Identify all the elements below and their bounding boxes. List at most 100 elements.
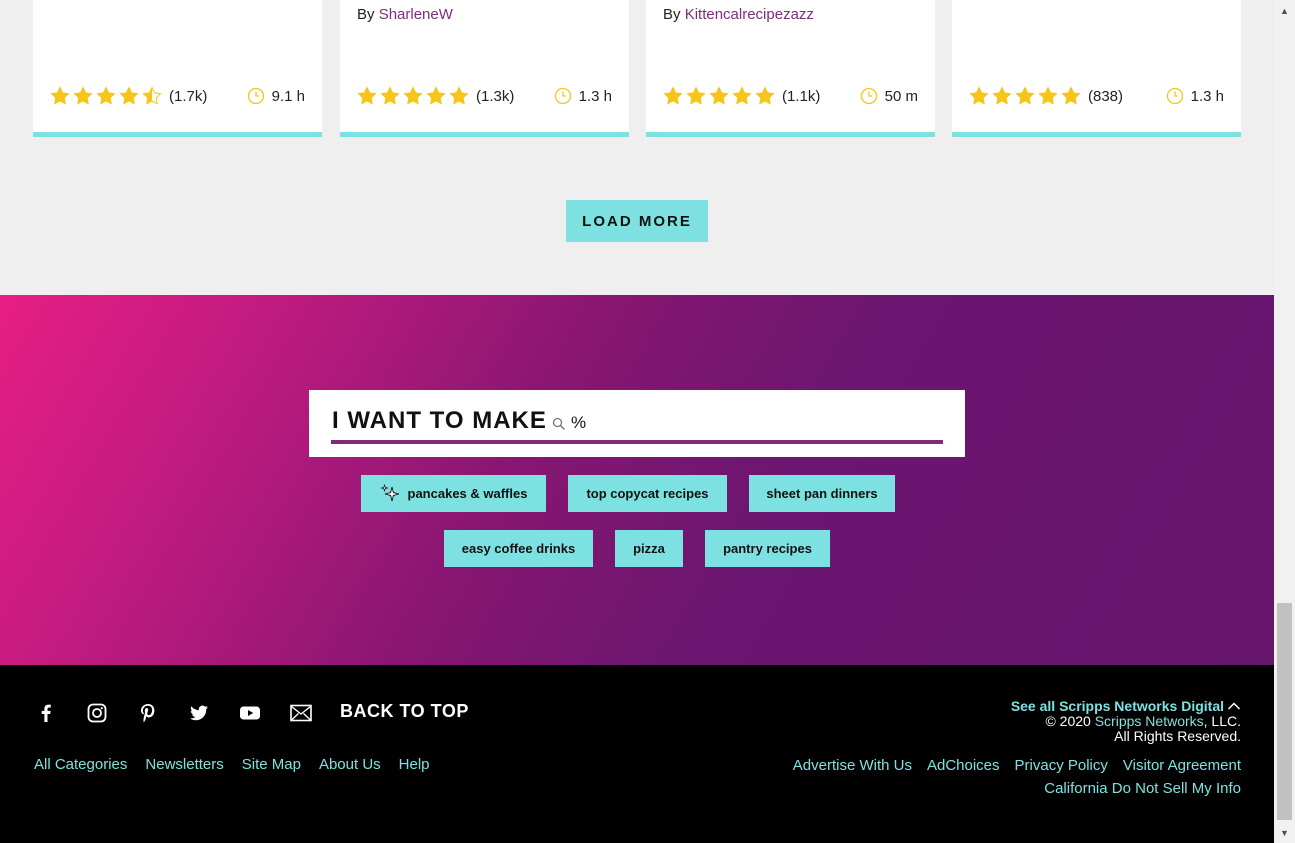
star-icon [119,86,139,105]
recipe-card[interactable]: By SharleneW (1.3k) 1.3 h [340,0,629,137]
rating-count: (1.1k) [782,87,821,105]
star-icon [357,86,377,105]
scripps-networks-link[interactable]: Scripps Networks [1095,713,1204,729]
cook-time: 9.1 h [247,87,305,105]
recipe-meta: (1.3k) 1.3 h [357,85,612,107]
instagram-icon[interactable] [85,701,109,725]
chip-label: top copycat recipes [586,486,709,501]
footer-nav: All Categories Newsletters Site Map Abou… [34,756,430,773]
star-icon [1015,86,1035,105]
cook-time-value: 1.3 h [578,87,612,105]
footer-link-privacy-policy[interactable]: Privacy Policy [1015,757,1108,774]
star-icon [96,86,116,105]
footer-link-do-not-sell[interactable]: California Do Not Sell My Info [1044,780,1241,797]
search-input[interactable] [571,410,931,436]
chip-label: pizza [633,541,665,556]
copyright: © 2020 Scripps Networks, LLC. [1045,713,1241,729]
recipe-meta: (838) 1.3 h [969,85,1224,107]
rating-count: (1.3k) [476,87,515,105]
cook-time: 1.3 h [1166,87,1224,105]
star-icon [449,86,469,105]
star-icon [709,86,729,105]
footer-corporate: See all Scripps Networks Digital © 2020 … [1011,699,1241,744]
legal-links: Advertise With Us AdChoices Privacy Poli… [793,757,1241,774]
recipe-cards-section: (1.7k) 9.1 h By SharleneW (1.3k) 1.3 h B… [0,0,1274,295]
footer-link-about-us[interactable]: About Us [319,756,381,773]
rating-stars [969,86,1081,106]
clock-icon [1166,87,1183,105]
chip-easy-coffee-drinks[interactable]: easy coffee drinks [444,530,593,567]
chip-label: easy coffee drinks [461,541,576,556]
footer-link-all-categories[interactable]: All Categories [34,756,127,773]
social-links [34,701,340,725]
cook-time: 50 m [860,87,918,105]
rating-stars [357,86,469,106]
star-icon [1061,86,1081,105]
star-icon [1038,86,1058,105]
mail-icon[interactable] [289,701,313,725]
footer-link-newsletters[interactable]: Newsletters [145,756,223,773]
facebook-icon[interactable] [34,701,58,725]
chip-label: pantry recipes [723,541,812,556]
youtube-icon[interactable] [238,701,262,725]
scroll-thumb[interactable] [1277,603,1292,820]
cook-time: 1.3 h [554,87,612,105]
chip-pizza[interactable]: pizza [615,530,683,567]
see-all-scripps[interactable]: See all Scripps Networks Digital [1011,699,1241,714]
footer-link-adchoices[interactable]: AdChoices [927,757,1000,774]
rating-count: (838) [1088,87,1124,105]
page-scrollbar[interactable]: ▲ ▼ [1274,0,1295,843]
star-icon [73,86,93,105]
star-icon [403,86,423,105]
chip-label: sheet pan dinners [766,486,878,501]
star-icon [755,86,775,105]
chip-label: pancakes & waffles [407,486,528,501]
pinterest-icon[interactable] [136,701,160,725]
chip-top-copycat-recipes[interactable]: top copycat recipes [568,475,727,512]
chip-sheet-pan-dinners[interactable]: sheet pan dinners [749,475,895,512]
cook-time-value: 9.1 h [271,87,305,105]
recipe-meta: (1.1k) 50 m [663,85,918,107]
sparkle-icon [379,483,399,501]
recipe-card[interactable]: (1.7k) 9.1 h [33,0,322,137]
star-icon [969,86,989,105]
scroll-up-arrow[interactable]: ▲ [1274,2,1295,19]
recipe-card[interactable]: (838) 1.3 h [952,0,1241,137]
star-icon [686,86,706,105]
twitter-icon[interactable] [187,701,211,725]
footer-link-advertise[interactable]: Advertise With Us [793,757,912,774]
recipe-meta: (1.7k) 9.1 h [50,85,305,107]
clock-icon [860,87,877,105]
recipe-author: By Kittencalrecipezazz [663,6,814,23]
author-link[interactable]: Kittencalrecipezazz [685,6,814,23]
footer-link-site-map[interactable]: Site Map [242,756,301,773]
cook-time-value: 1.3 h [1190,87,1224,105]
search-icon [552,417,565,430]
site-footer: BACK TO TOP All Categories Newsletters S… [0,665,1274,843]
footer-link-visitor-agreement[interactable]: Visitor Agreement [1123,757,1241,774]
rating-stars [50,86,162,106]
recipe-card[interactable]: By Kittencalrecipezazz (1.1k) 50 m [646,0,935,137]
search-band: I WANT TO MAKE pancakes & waffles top co… [0,295,1274,665]
author-link[interactable]: SharleneW [379,6,453,23]
scroll-down-arrow[interactable]: ▼ [1274,824,1295,841]
star-icon [426,86,446,105]
footer-link-help[interactable]: Help [399,756,430,773]
load-more-button[interactable]: LOAD MORE [566,200,708,242]
rights-reserved: All Rights Reserved. [1114,728,1241,744]
search-label: I WANT TO MAKE [332,407,547,434]
star-icon [732,86,752,105]
search-underline [331,440,943,444]
cook-time-value: 50 m [884,87,918,105]
chevron-up-icon [1227,702,1241,710]
star-icon [142,86,162,105]
chip-pantry-recipes[interactable]: pantry recipes [705,530,830,567]
search-box: I WANT TO MAKE [309,390,965,457]
star-icon [380,86,400,105]
recipe-author: By SharleneW [357,6,453,23]
chip-pancakes-waffles[interactable]: pancakes & waffles [361,475,546,512]
back-to-top-link[interactable]: BACK TO TOP [340,701,469,722]
star-icon [992,86,1012,105]
clock-icon [247,87,264,105]
star-icon [663,86,683,105]
